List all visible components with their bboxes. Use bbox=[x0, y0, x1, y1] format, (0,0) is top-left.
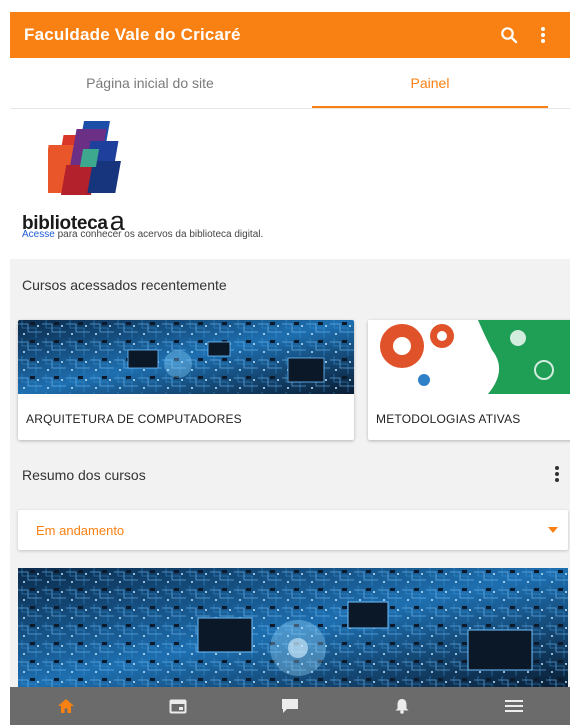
nav-messages[interactable] bbox=[260, 687, 320, 725]
biblioteca-link[interactable]: Acesse bbox=[22, 229, 55, 240]
tab-dashboard[interactable]: Painel bbox=[290, 58, 570, 108]
messages-icon bbox=[282, 699, 298, 713]
app-frame: Faculdade Vale do Cricaré Página inicial… bbox=[10, 12, 570, 725]
app-bar-actions bbox=[492, 18, 560, 52]
nav-home[interactable] bbox=[36, 687, 96, 725]
tab-bar: Página inicial do site Painel bbox=[10, 58, 570, 109]
calendar-icon bbox=[169, 699, 187, 714]
course-image-gears bbox=[368, 320, 570, 394]
kebab-menu-icon bbox=[555, 465, 559, 482]
course-summary-title: Resumo dos cursos bbox=[22, 467, 146, 483]
nav-more[interactable] bbox=[484, 687, 544, 725]
tab-site-home[interactable]: Página inicial do site bbox=[10, 58, 290, 108]
summary-options-button[interactable] bbox=[554, 465, 560, 486]
nav-calendar[interactable] bbox=[148, 687, 208, 725]
course-filter-value: Em andamento bbox=[36, 522, 125, 538]
biblioteca-block[interactable]: bibliotecaa Acesse para conhecer os acer… bbox=[10, 109, 570, 259]
course-card[interactable]: METODOLOGIAS ATIVAS bbox=[368, 320, 570, 440]
biblioteca-caption-text: para conhecer os acervos da biblioteca d… bbox=[54, 229, 264, 240]
course-image-circuit-large bbox=[18, 568, 568, 688]
recent-courses-header: Cursos acessados recentemente bbox=[10, 262, 570, 308]
biblioteca-caption: Acesse para conhecer os acervos da bibli… bbox=[22, 229, 263, 240]
overflow-menu-button[interactable] bbox=[526, 18, 560, 52]
search-button[interactable] bbox=[492, 18, 526, 52]
course-image-circuit bbox=[18, 320, 354, 394]
recent-courses-title: Cursos acessados recentemente bbox=[22, 277, 227, 293]
course-summary-header: Resumo dos cursos bbox=[10, 452, 570, 498]
app-bar: Faculdade Vale do Cricaré bbox=[10, 12, 570, 58]
course-card[interactable]: ARQUITETURA DE COMPUTADORES bbox=[18, 320, 354, 440]
bottom-navigation bbox=[10, 687, 570, 725]
kebab-menu-icon bbox=[541, 27, 545, 43]
caret-down-icon bbox=[548, 527, 558, 533]
biblioteca-logo bbox=[48, 121, 121, 195]
home-icon bbox=[58, 699, 74, 713]
app-title: Faculdade Vale do Cricaré bbox=[24, 25, 241, 44]
menu-icon bbox=[505, 700, 523, 712]
nav-notifications[interactable] bbox=[372, 687, 432, 725]
course-title: METODOLOGIAS ATIVAS bbox=[376, 412, 521, 426]
bell-icon bbox=[395, 699, 409, 714]
search-icon bbox=[501, 27, 518, 44]
recent-courses-carousel[interactable]: ARQUITETURA DE COMPUTADORES METODOLOGIAS… bbox=[10, 312, 570, 452]
course-title: ARQUITETURA DE COMPUTADORES bbox=[26, 412, 242, 426]
course-summary-image[interactable] bbox=[18, 568, 568, 688]
course-filter-select[interactable]: Em andamento bbox=[18, 510, 568, 550]
